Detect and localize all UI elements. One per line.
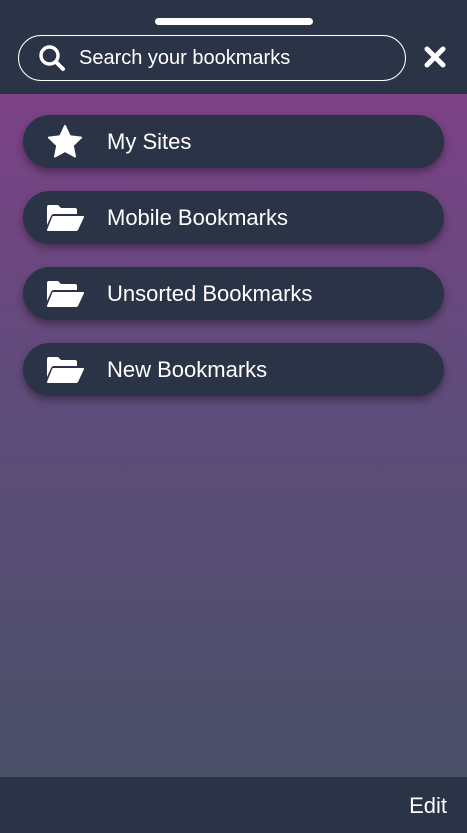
bookmark-folder-new-bookmarks[interactable]: New Bookmarks [23,343,444,396]
bookmarks-panel: My Sites Mobile Bookmarks Unsorted Bookm… [0,94,467,777]
search-box[interactable] [18,35,406,81]
bookmark-list: My Sites Mobile Bookmarks Unsorted Bookm… [23,115,444,419]
star-icon [45,123,85,161]
close-button[interactable] [420,44,450,74]
edit-button[interactable]: Edit [409,793,447,819]
search-input[interactable] [79,46,389,70]
top-bar [0,0,467,94]
bookmark-folder-mobile-bookmarks[interactable]: Mobile Bookmarks [23,191,444,244]
bottom-bar: Edit [0,777,467,833]
folder-open-icon [45,275,85,313]
bookmark-label: New Bookmarks [107,357,268,382]
folder-open-icon [45,199,85,237]
bookmark-folder-my-sites[interactable]: My Sites [23,115,444,168]
bookmark-label: Unsorted Bookmarks [107,281,313,306]
search-icon [37,43,67,73]
close-icon [423,45,447,74]
bookmark-folder-unsorted-bookmarks[interactable]: Unsorted Bookmarks [23,267,444,320]
drag-handle[interactable] [155,18,313,25]
folder-open-icon [45,351,85,389]
bookmark-label: My Sites [107,129,192,154]
bookmark-label: Mobile Bookmarks [107,205,288,230]
